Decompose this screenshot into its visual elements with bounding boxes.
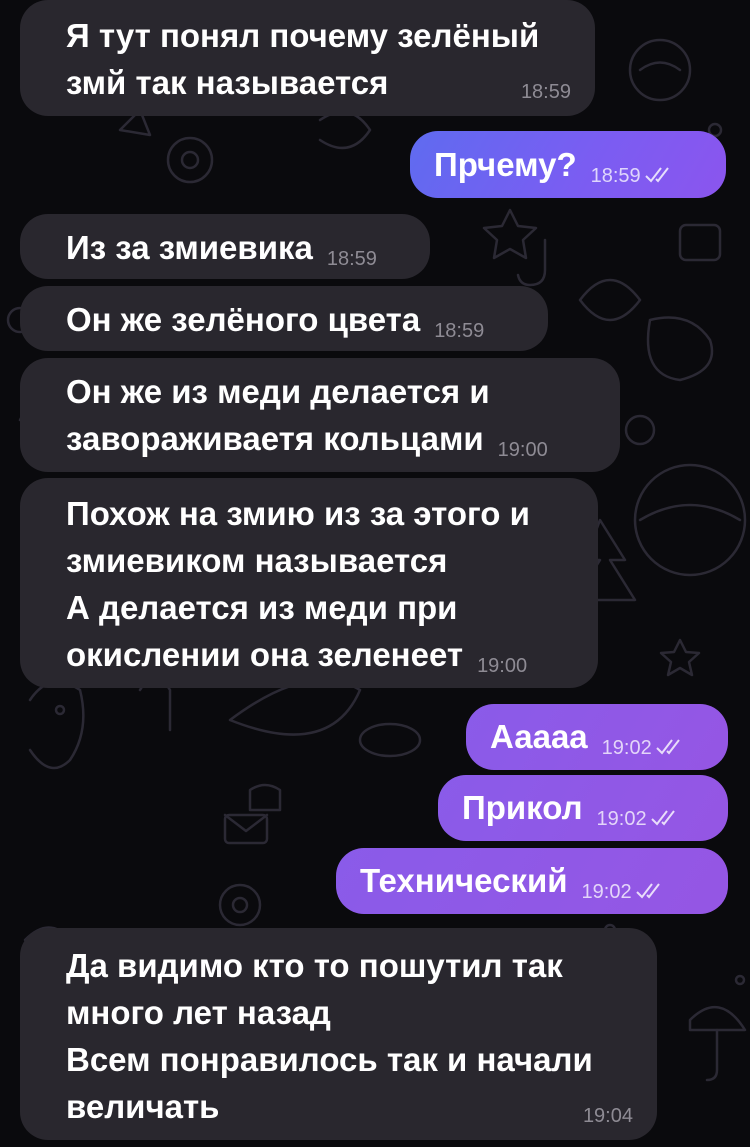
message-text: Ааааа [490, 718, 588, 755]
message-text: Технический [360, 862, 568, 899]
message-status: 19:02 [582, 882, 666, 902]
message-time: 19:02 [601, 737, 652, 759]
message-time: 18:59 [326, 248, 377, 270]
message-bubble-outgoing[interactable]: Прчему? 18:59 [410, 131, 726, 198]
doodle-leaf-icon [578, 278, 642, 322]
doodle-fish-icon [318, 110, 372, 150]
doodle-rocket-icon [228, 678, 362, 736]
message-bubble-incoming[interactable]: Да видимо кто то пошутил так много лет н… [20, 928, 657, 1140]
doodle-gamepad-icon [358, 722, 422, 758]
message-bubble-incoming[interactable]: Похож на змию из за этого и змиевиком на… [20, 478, 598, 688]
doodle-egg-icon [166, 136, 214, 184]
message-text: Похож на змию из за этого и змиевиком на… [66, 495, 530, 673]
message-text: Он же из меди делается и завораживаетя к… [66, 373, 490, 457]
message-status: 19:02 [602, 738, 686, 758]
doodle-dino-icon [28, 680, 85, 770]
message-time: 18:59 [520, 81, 571, 103]
message-time: 18:59 [590, 165, 641, 187]
message-time: 19:02 [581, 881, 632, 903]
doodle-donut-icon [218, 883, 262, 927]
message-status: 19:02 [597, 809, 681, 829]
message-text: Из за змиевика [66, 229, 313, 266]
message-text: Прикол [462, 789, 583, 826]
message-bubble-outgoing[interactable]: Технический 19:02 [336, 848, 728, 914]
message-time: 19:00 [497, 439, 548, 461]
message-bubble-outgoing[interactable]: Прикол 19:02 [438, 775, 728, 841]
message-text: Он же зелёного цвета [66, 301, 421, 338]
message-time: 19:02 [596, 808, 647, 830]
message-text: Я тут понял почему зелёный змй так назыв… [66, 17, 540, 101]
doodle-duck-icon [248, 783, 282, 812]
message-text: Да видимо кто то пошутил так много лет н… [66, 947, 593, 1125]
doodle-anchor-icon [516, 238, 547, 287]
message-text: Прчему? [434, 146, 577, 183]
message-time: 19:04 [582, 1105, 633, 1127]
message-bubble-incoming[interactable]: Из за змиевика 18:59 [20, 214, 430, 279]
message-time: 19:00 [477, 655, 528, 677]
message-bubble-outgoing[interactable]: Ааааа 19:02 [466, 704, 728, 770]
double-check-icon [635, 882, 666, 900]
double-check-icon [644, 166, 675, 184]
doodle-ball-icon [633, 463, 747, 577]
message-bubble-incoming[interactable]: Я тут понял почему зелёный змй так назыв… [20, 0, 595, 116]
doodle-blob-icon [646, 316, 714, 382]
message-bubble-incoming[interactable]: Он же из меди делается и завораживаетя к… [20, 358, 620, 472]
doodle-apple-icon [624, 414, 656, 446]
message-bubble-incoming[interactable]: Он же зелёного цвета 18:59 [20, 286, 548, 351]
message-time: 18:59 [434, 320, 485, 342]
double-check-icon [650, 809, 681, 827]
message-status: 18:59 [591, 166, 675, 186]
doodle-star-icon [482, 208, 538, 260]
doodle-umbrella-icon [688, 1005, 747, 1032]
doodle-mug-icon [678, 223, 722, 262]
double-check-icon [656, 738, 686, 756]
